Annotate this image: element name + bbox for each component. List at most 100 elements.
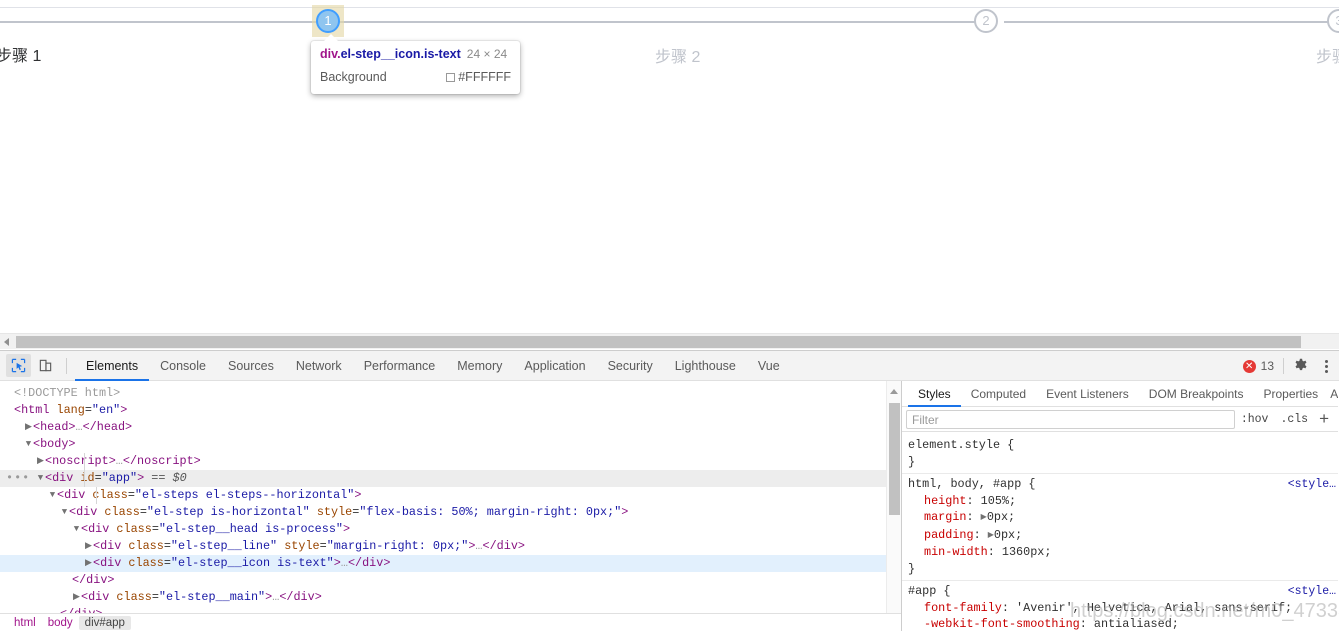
dom-line-div-app[interactable]: ••• ▼ <div id="app"> == $0 xyxy=(0,470,901,487)
devtools-panel: Elements Console Sources Network Perform… xyxy=(0,350,1339,631)
declaration-webkit-font-smoothing-value[interactable]: antialiased; xyxy=(1094,617,1179,631)
style-rule-html-body-app[interactable]: <style… html, body, #app { height: 105%;… xyxy=(902,474,1338,581)
declaration-font-family-value[interactable]: 'Avenir', Helvetica, Arial, sans-serif; xyxy=(1016,601,1292,615)
twisty-head-icon[interactable]: ▶ xyxy=(24,419,33,436)
tab-computed[interactable]: Computed xyxy=(961,381,1036,407)
scroll-left-arrow-icon[interactable] xyxy=(4,338,9,346)
kebab-menu-icon[interactable] xyxy=(1319,359,1333,373)
declaration-font-family-prop[interactable]: font-family xyxy=(924,601,1002,615)
twisty-el-steps-icon[interactable]: ▼ xyxy=(48,487,57,504)
styles-filter-input[interactable]: Filter xyxy=(906,409,1235,429)
step-line-3 xyxy=(1004,21,1329,23)
declaration-webkit-font-smoothing[interactable]: -webkit-font-smoothing: antialiased; xyxy=(902,616,1338,631)
page-horizontal-scrollbar[interactable] xyxy=(0,333,1339,349)
step-title-2: 步骤 2 xyxy=(655,49,701,66)
tab-performance[interactable]: Performance xyxy=(353,351,447,381)
rule-source-app[interactable]: <style… xyxy=(1288,584,1336,601)
new-style-rule-button[interactable]: + xyxy=(1314,410,1334,427)
twisty-noscript-icon[interactable]: ▶ xyxy=(36,453,45,470)
tab-dom-breakpoints[interactable]: DOM Breakpoints xyxy=(1139,381,1254,407)
dom-line-el-step-line[interactable]: ▶<div class="el-step__line" style="margi… xyxy=(0,538,901,555)
dom-line-close-head[interactable]: </div> xyxy=(0,572,901,589)
step-line-1 xyxy=(0,21,320,23)
declaration-min-width-prop[interactable]: min-width xyxy=(924,545,988,559)
twisty-app-icon[interactable]: ▼ xyxy=(36,470,45,487)
tab-application[interactable]: Application xyxy=(513,351,596,381)
steps-track: 1 2 3 xyxy=(0,0,1339,37)
dom-line-el-step-main[interactable]: ▶<div class="el-step__main">…</div> xyxy=(0,589,901,606)
step-icon-1[interactable]: 1 xyxy=(316,9,340,33)
dom-line-el-steps[interactable]: ▼ <div class="el-steps el-steps--horizont… xyxy=(0,487,901,504)
tooltip-arrow xyxy=(323,34,339,42)
rule-source-html-body-app[interactable]: <style… xyxy=(1288,477,1336,494)
dom-line-noscript[interactable]: ▶<noscript>…</noscript> xyxy=(0,453,901,470)
declaration-height-prop[interactable]: height xyxy=(924,494,966,508)
twisty-step-icon-icon[interactable]: ▶ xyxy=(84,555,93,572)
dom-line-head[interactable]: ▶<head>…</head> xyxy=(0,419,901,436)
dom-tree-scrollbar[interactable] xyxy=(886,381,901,631)
twisty-step-main-icon[interactable]: ▶ xyxy=(72,589,81,606)
tab-network[interactable]: Network xyxy=(285,351,353,381)
dom-line-el-step-icon[interactable]: ▶<div class="el-step__icon is-text">…</d… xyxy=(0,555,901,572)
scroll-up-arrow-icon[interactable] xyxy=(890,389,898,394)
declaration-margin-value[interactable]: 0px; xyxy=(987,510,1015,524)
hov-toggle[interactable]: :hov xyxy=(1235,413,1275,426)
tab-event-listeners[interactable]: Event Listeners xyxy=(1036,381,1139,407)
styles-filter-bar: Filter :hov .cls + xyxy=(902,407,1338,432)
el-steps: 1 2 3 步骤 1 步骤 2 步骤 xyxy=(0,0,1339,66)
cls-toggle[interactable]: .cls xyxy=(1274,413,1314,426)
twisty-step-line-icon[interactable]: ▶ xyxy=(84,538,93,555)
step-icon-3[interactable]: 3 xyxy=(1327,9,1339,33)
device-toolbar-button[interactable] xyxy=(33,354,58,377)
declaration-height[interactable]: height: 105%; xyxy=(902,493,1338,510)
declaration-margin[interactable]: margin: ▶0px; xyxy=(902,509,1338,527)
declaration-height-value[interactable]: 105%; xyxy=(981,494,1016,508)
declaration-min-width[interactable]: min-width: 1360px; xyxy=(902,544,1338,561)
twisty-body-icon[interactable]: ▼ xyxy=(24,436,33,453)
tab-elements[interactable]: Elements xyxy=(75,351,149,381)
declaration-padding[interactable]: padding: ▶0px; xyxy=(902,527,1338,545)
dom-line-el-step-head[interactable]: ▼ <div class="el-step__head is-process"> xyxy=(0,521,901,538)
twisty-el-step-icon[interactable]: ▼ xyxy=(60,504,69,521)
toolbar-divider xyxy=(66,357,67,374)
breadcrumb-item-div-app[interactable]: div#app xyxy=(78,616,131,630)
inspect-element-button[interactable] xyxy=(6,354,31,377)
tab-memory[interactable]: Memory xyxy=(446,351,513,381)
tooltip-class-secondary: .is-text xyxy=(420,47,461,61)
error-count-badge[interactable]: ✕ 13 xyxy=(1242,359,1274,373)
declaration-padding-value[interactable]: 0px; xyxy=(994,528,1022,542)
tab-styles[interactable]: Styles xyxy=(908,381,961,407)
styles-tabs: Styles Computed Event Listeners DOM Brea… xyxy=(902,381,1338,407)
declaration-min-width-value[interactable]: 1360px; xyxy=(1002,545,1052,559)
tab-properties[interactable]: Properties xyxy=(1253,381,1328,407)
dom-scrollbar-thumb[interactable] xyxy=(889,403,900,515)
rule-selector-html-body-app[interactable]: html, body, #app { xyxy=(902,476,1338,493)
styles-rules-list: element.style { } <style… html, body, #a… xyxy=(902,432,1338,631)
style-rule-element-style[interactable]: element.style { } xyxy=(902,435,1338,474)
dom-line-el-step[interactable]: ▼ <div class="el-step is-horizontal" styl… xyxy=(0,504,901,521)
breadcrumb-item-body[interactable]: body xyxy=(42,616,79,630)
dom-line-doctype[interactable]: <!DOCTYPE html> xyxy=(0,385,901,402)
devtools-tabs: Elements Console Sources Network Perform… xyxy=(75,351,791,381)
tab-security[interactable]: Security xyxy=(597,351,664,381)
rule-selector-app[interactable]: #app { xyxy=(902,583,1338,600)
declaration-webkit-font-smoothing-prop[interactable]: -webkit-font-smoothing xyxy=(924,617,1080,631)
breadcrumb-item-html[interactable]: html xyxy=(8,616,42,630)
twisty-step-head-icon[interactable]: ▼ xyxy=(72,521,81,538)
dom-line-body[interactable]: ▼ <body> xyxy=(0,436,901,453)
tab-lighthouse[interactable]: Lighthouse xyxy=(664,351,747,381)
style-rule-app[interactable]: <style… #app { font-family: 'Avenir', He… xyxy=(902,581,1338,631)
page-scrollbar-thumb[interactable] xyxy=(16,336,1301,348)
declaration-margin-prop[interactable]: margin xyxy=(924,510,966,524)
gear-icon[interactable] xyxy=(1293,358,1309,374)
tab-accessibility[interactable]: A xyxy=(1328,381,1338,407)
step-icon-2[interactable]: 2 xyxy=(974,9,998,33)
declaration-padding-prop[interactable]: padding xyxy=(924,528,974,542)
rule-selector-element-style[interactable]: element.style { xyxy=(902,437,1338,454)
declaration-font-family[interactable]: font-family: 'Avenir', Helvetica, Arial,… xyxy=(902,600,1338,617)
more-options-icon[interactable]: ••• xyxy=(6,470,30,487)
tab-sources[interactable]: Sources xyxy=(217,351,285,381)
dom-line-html[interactable]: <html lang="en"> xyxy=(0,402,901,419)
tab-console[interactable]: Console xyxy=(149,351,217,381)
tab-vue[interactable]: Vue xyxy=(747,351,791,381)
